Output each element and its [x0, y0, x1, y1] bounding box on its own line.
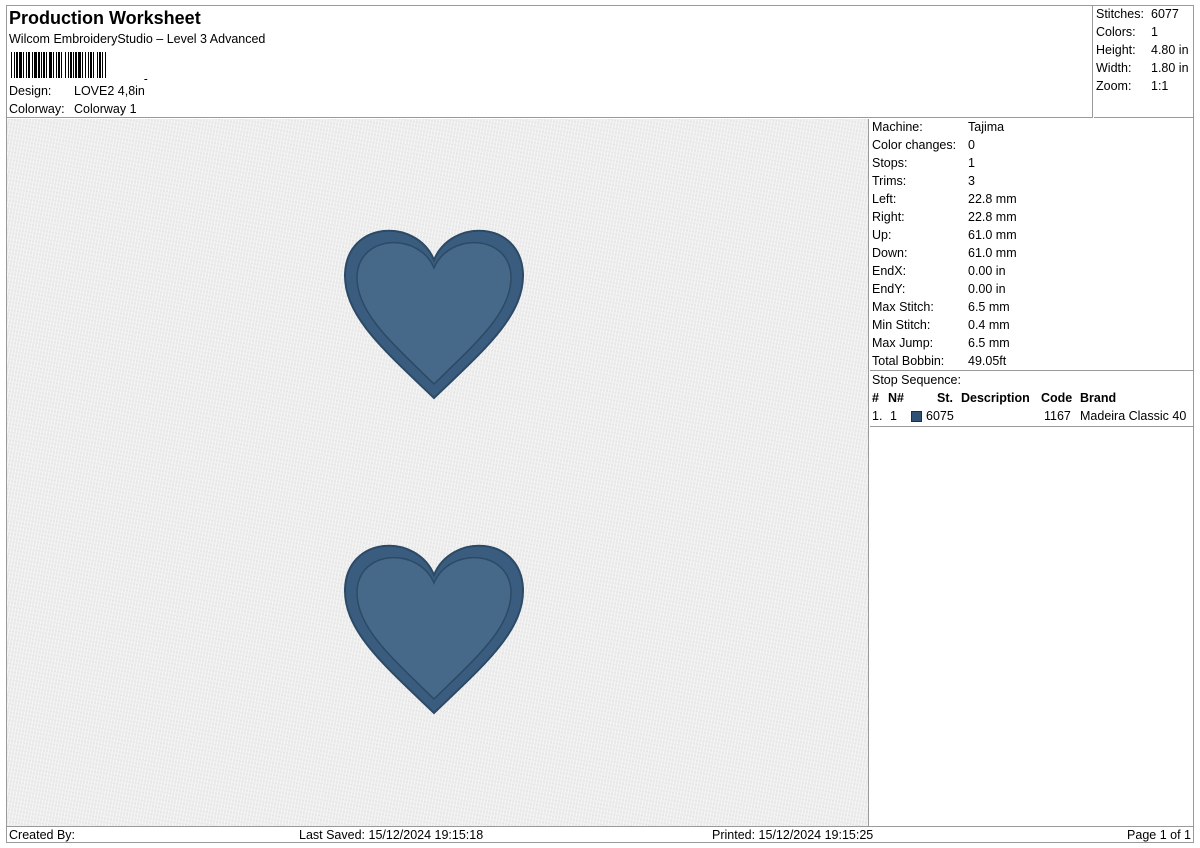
info-row: Stops: 1 — [872, 156, 975, 170]
info-label: Color changes: — [872, 138, 957, 152]
info-value: 49.05ft — [968, 354, 1007, 368]
info-label: Right: — [872, 210, 905, 224]
info-value: 61.0 mm — [968, 246, 1017, 260]
info-value: 0.00 in — [968, 264, 1006, 278]
col-number: # — [872, 391, 879, 405]
col-description: Description — [961, 391, 1030, 405]
barcode-image: , — [11, 52, 149, 80]
worksheet-frame: Production Worksheet Wilcom EmbroiderySt… — [6, 5, 1194, 843]
info-row: Right: 22.8 mm — [872, 210, 1017, 224]
row-needle: 1 — [890, 409, 897, 423]
divider — [870, 426, 1194, 427]
table-row: 1. 1 6075 1167 Madeira Classic 40 — [870, 409, 1194, 425]
info-value: 0 — [968, 138, 975, 152]
info-row: Down: 61.0 mm — [872, 246, 1017, 260]
info-label: Machine: — [872, 120, 923, 134]
heart-design-top — [343, 229, 525, 400]
summary-colors: Colors: 1 — [1096, 25, 1158, 39]
design-row: Design: LOVE2 4,8in — [9, 84, 145, 98]
page-number: Page 1 of 1 — [1127, 828, 1191, 842]
info-value: Tajima — [968, 120, 1005, 134]
info-label: Up: — [872, 228, 892, 242]
info-label: Stops: — [872, 156, 908, 170]
summary-stitches: Stitches: 6077 — [1096, 7, 1179, 21]
row-brand: Madeira Classic 40 — [1080, 409, 1187, 423]
info-row: EndX: 0.00 in — [872, 264, 1006, 278]
info-label: EndX: — [872, 264, 907, 278]
heart-design-bottom — [343, 544, 525, 715]
software-name: Wilcom EmbroideryStudio – Level 3 Advanc… — [9, 32, 266, 46]
info-label: Down: — [872, 246, 908, 260]
info-value: 22.8 mm — [968, 210, 1017, 224]
summary-height: Height: 4.80 in — [1096, 43, 1189, 57]
info-row: EndY: 0.00 in — [872, 282, 1006, 296]
design-preview — [7, 119, 869, 826]
info-row: Max Stitch: 6.5 mm — [872, 300, 1010, 314]
info-value: 22.8 mm — [968, 192, 1017, 206]
stop-sequence-header: # N# St. Description Code Brand — [870, 391, 1194, 407]
summary-width: Width: 1.80 in — [1096, 61, 1189, 75]
colorway-value: Colorway 1 — [74, 102, 137, 116]
info-row: Left: 22.8 mm — [872, 192, 1017, 206]
page-title: Production Worksheet — [9, 8, 201, 28]
colorway-row: Colorway: Colorway 1 — [9, 102, 137, 116]
divider — [870, 370, 1194, 371]
info-value: 0.4 mm — [968, 318, 1010, 332]
col-brand: Brand — [1080, 391, 1117, 405]
info-value: 3 — [968, 174, 975, 188]
col-stitches: St. — [937, 391, 953, 405]
info-row: Up: 61.0 mm — [872, 228, 1017, 242]
info-value: 1 — [968, 156, 975, 170]
info-row: Total Bobbin: 49.05ft — [872, 354, 1006, 368]
worksheet-footer: Created By: Last Saved: 15/12/2024 19:15… — [7, 826, 1194, 843]
row-stitches: 6075 — [926, 409, 954, 423]
info-row: Max Jump: 6.5 mm — [872, 336, 1010, 350]
info-value: 61.0 mm — [968, 228, 1017, 242]
info-value: 6.5 mm — [968, 336, 1010, 350]
col-needle: N# — [888, 391, 904, 405]
svg-text:,: , — [143, 65, 149, 80]
design-value: LOVE2 4,8in — [74, 84, 145, 98]
colorway-label: Colorway: — [9, 102, 65, 116]
row-code: 1167 — [1044, 409, 1071, 423]
last-saved: Last Saved: 15/12/2024 19:15:18 — [299, 828, 484, 842]
stop-sequence-title: Stop Sequence: — [872, 373, 961, 387]
color-swatch — [911, 411, 922, 425]
info-label: Max Jump: — [872, 336, 934, 350]
machine-info-panel: Machine: Tajima Color changes: 0 Stops: 1 Trim… — [870, 119, 1194, 826]
info-label: Trims: — [872, 174, 907, 188]
design-label: Design: — [9, 84, 52, 98]
worksheet-header: Production Worksheet Wilcom EmbroiderySt… — [7, 6, 1093, 118]
info-label: Max Stitch: — [872, 300, 934, 314]
info-value: 0.00 in — [968, 282, 1006, 296]
summary-zoom: Zoom: 1:1 — [1096, 79, 1169, 93]
info-label: Min Stitch: — [872, 318, 931, 332]
row-number: 1. — [872, 409, 883, 423]
printed-date: Printed: 15/12/2024 19:15:25 — [712, 828, 874, 842]
info-row: Color changes: 0 — [872, 138, 975, 152]
info-row: Machine: Tajima — [872, 120, 1004, 134]
created-by: Created By: — [9, 828, 76, 842]
info-row: Trims: 3 — [872, 174, 975, 188]
info-value: 6.5 mm — [968, 300, 1010, 314]
info-label: Left: — [872, 192, 897, 206]
info-label: EndY: — [872, 282, 906, 296]
col-code: Code — [1041, 391, 1073, 405]
summary-panel: Stitches: 6077 Colors: 1 Height: 4.80 in Wi… — [1094, 6, 1194, 118]
info-row: Min Stitch: 0.4 mm — [872, 318, 1010, 332]
info-label: Total Bobbin: — [872, 354, 945, 368]
